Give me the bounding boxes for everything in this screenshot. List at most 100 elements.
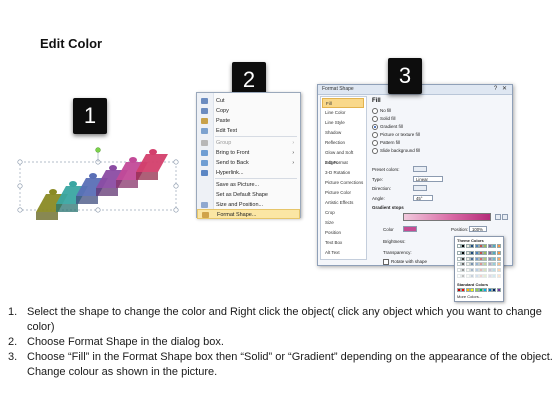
theme-color-swatch[interactable] [496, 262, 501, 267]
standard-color-swatch[interactable] [465, 288, 470, 292]
theme-color-swatch[interactable] [461, 251, 466, 256]
fill-option-pattern-fill[interactable]: Pattern fill [372, 140, 400, 146]
standard-color-swatch[interactable] [487, 288, 492, 292]
nav-item-crop[interactable]: Crop [322, 208, 364, 218]
fill-option-gradient-fill[interactable]: Gradient fill [372, 124, 403, 130]
type-select[interactable]: Linear [413, 176, 443, 182]
theme-color-swatch[interactable] [465, 256, 470, 261]
nav-item-shadow[interactable]: Shadow [322, 128, 364, 138]
nav-item-line-style[interactable]: Line Style [322, 118, 364, 128]
more-colors-link[interactable]: More Colors... [457, 294, 482, 299]
puzzle-graphic[interactable] [14, 140, 184, 230]
theme-color-swatch[interactable] [492, 251, 497, 256]
standard-color-swatch[interactable] [483, 288, 488, 292]
fill-option-slide-background-fill[interactable]: Slide background fill [372, 148, 420, 154]
rotate-handle[interactable] [95, 147, 101, 153]
theme-color-swatch[interactable] [496, 267, 501, 272]
nav-item-alt-text[interactable]: Alt Text [322, 248, 364, 258]
theme-color-swatch[interactable] [496, 273, 501, 278]
theme-color-swatch[interactable] [457, 273, 461, 278]
standard-color-swatch[interactable] [470, 288, 475, 292]
theme-color-swatch[interactable] [474, 262, 479, 267]
theme-color-swatch[interactable] [496, 251, 501, 256]
theme-color-swatch[interactable] [457, 256, 461, 261]
context-item-group[interactable]: Group › [197, 138, 300, 148]
theme-color-swatch[interactable] [457, 244, 461, 248]
nav-item-reflection[interactable]: Reflection [322, 138, 364, 148]
resize-handle[interactable] [17, 207, 23, 213]
nav-item-picture-corrections[interactable]: Picture Corrections [322, 178, 364, 188]
context-item-send-to-back[interactable]: Send to Back › [197, 158, 300, 168]
context-item-edit-text[interactable]: Edit Text [197, 126, 300, 136]
standard-color-swatch[interactable] [474, 288, 479, 292]
theme-color-swatch[interactable] [487, 251, 492, 256]
nav-item-position[interactable]: Position [322, 228, 364, 238]
theme-color-swatch[interactable] [474, 267, 479, 272]
fill-option-no-fill[interactable]: No fill [372, 108, 391, 114]
puzzle-shape[interactable] [14, 140, 184, 230]
nav-item-artistic-effects[interactable]: Artistic Effects [322, 198, 364, 208]
nav-item-3-d-format[interactable]: 3-D Format [322, 158, 364, 168]
theme-color-swatch[interactable] [461, 267, 466, 272]
remove-stop-button[interactable] [502, 214, 508, 220]
theme-color-swatch[interactable] [487, 244, 492, 248]
theme-color-swatch[interactable] [474, 244, 479, 248]
resize-handle[interactable] [17, 183, 23, 189]
theme-color-swatch[interactable] [492, 256, 497, 261]
theme-color-swatch[interactable] [457, 262, 461, 267]
theme-color-swatch[interactable] [474, 251, 479, 256]
theme-color-swatch[interactable] [457, 251, 461, 256]
theme-color-swatch[interactable] [461, 244, 466, 248]
theme-color-swatch[interactable] [479, 267, 483, 272]
context-item-hyperlink[interactable]: Hyperlink... [197, 168, 300, 178]
puzzle-piece[interactable] [136, 149, 168, 180]
add-stop-button[interactable] [495, 214, 501, 220]
theme-color-swatch[interactable] [479, 256, 483, 261]
standard-color-swatch[interactable] [461, 288, 466, 292]
nav-item-3-d-rotation[interactable]: 3-D Rotation [322, 168, 364, 178]
theme-color-swatch[interactable] [461, 262, 466, 267]
theme-color-swatch[interactable] [465, 267, 470, 272]
theme-color-swatch[interactable] [461, 273, 466, 278]
theme-color-swatch[interactable] [465, 251, 470, 256]
context-item-copy[interactable]: Copy [197, 106, 300, 116]
close-icon[interactable]: ✕ [501, 85, 508, 93]
fill-option-picture-or-texture-fill[interactable]: Picture or texture fill [372, 132, 420, 138]
context-item-bring-to-front[interactable]: Bring to Front › [197, 148, 300, 158]
standard-color-swatch[interactable] [457, 288, 461, 292]
theme-color-swatch[interactable] [483, 256, 488, 261]
theme-color-swatch[interactable] [470, 273, 475, 278]
nav-item-text-box[interactable]: Text Box [322, 238, 364, 248]
fill-option-solid-fill[interactable]: Solid fill [372, 116, 396, 122]
resize-handle[interactable] [173, 183, 179, 189]
standard-color-swatch[interactable] [479, 288, 483, 292]
theme-color-swatch[interactable] [465, 273, 470, 278]
theme-color-swatch[interactable] [483, 244, 488, 248]
resize-handle[interactable] [173, 207, 179, 213]
theme-color-swatch[interactable] [461, 256, 466, 261]
theme-color-swatch[interactable] [487, 256, 492, 261]
theme-color-swatch[interactable] [496, 256, 501, 261]
standard-color-swatch[interactable] [492, 288, 497, 292]
context-item-set-as-default-shape[interactable]: Set as Default Shape [197, 190, 300, 200]
theme-color-swatch[interactable] [474, 273, 479, 278]
resize-handle[interactable] [173, 159, 179, 165]
help-icon[interactable]: ? [492, 85, 499, 93]
resize-handle[interactable] [95, 207, 101, 213]
theme-color-swatch[interactable] [483, 262, 488, 267]
nav-item-picture-color[interactable]: Picture Color [322, 188, 364, 198]
theme-color-swatch[interactable] [479, 251, 483, 256]
theme-color-swatch[interactable] [457, 267, 461, 272]
theme-color-swatch[interactable] [487, 262, 492, 267]
theme-color-swatch[interactable] [492, 273, 497, 278]
color-picker-button[interactable] [403, 226, 417, 232]
theme-color-swatch[interactable] [487, 273, 492, 278]
context-item-cut[interactable]: Cut [197, 96, 300, 106]
gradient-stops-bar[interactable] [403, 213, 491, 221]
nav-item-fill[interactable]: Fill [322, 98, 364, 108]
theme-color-swatch[interactable] [496, 244, 501, 248]
theme-color-swatch[interactable] [483, 273, 488, 278]
theme-color-swatch[interactable] [470, 256, 475, 261]
theme-color-swatch[interactable] [492, 267, 497, 272]
rotate-with-shape-checkbox[interactable]: Rotate with shape [383, 259, 427, 265]
